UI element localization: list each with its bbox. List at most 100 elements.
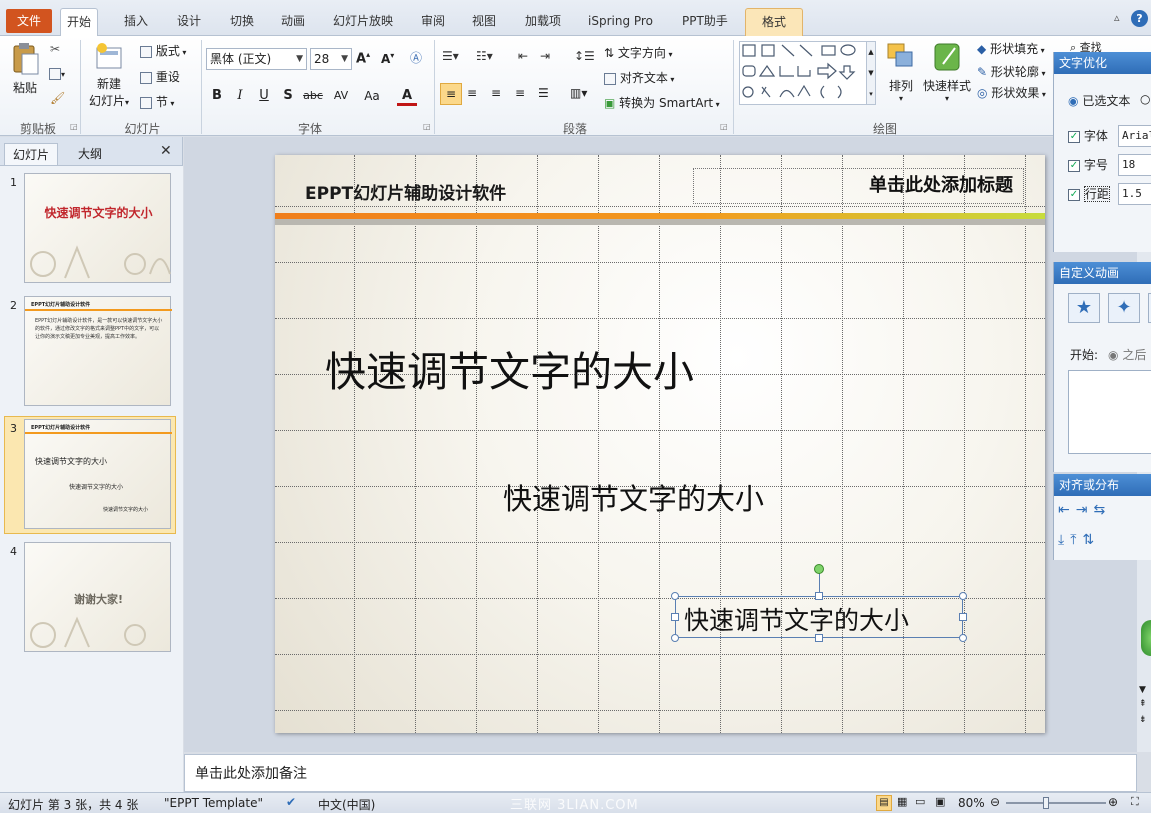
columns-icon[interactable]: ▥▾	[570, 86, 587, 100]
slide-thumbnail-2[interactable]: EPPT幻灯片辅助设计软件 EPPT幻灯片辅助设计软件，是一款可以快速调节文字大…	[24, 296, 172, 406]
shape-outline-button[interactable]: ✎ 形状轮廓 ▾	[977, 63, 1045, 80]
gallery-scroll[interactable]: ▲ ▼ ▾	[866, 41, 876, 105]
notes-placeholder[interactable]: 单击此处添加备注	[195, 763, 307, 783]
shrink-font-icon[interactable]: A▾	[381, 51, 394, 66]
bullets-icon[interactable]: ☰▾	[442, 49, 459, 63]
grow-font-icon[interactable]: A▴	[356, 50, 370, 66]
strikethrough-button[interactable]: abc	[300, 86, 326, 106]
rotate-handle[interactable]	[814, 564, 824, 574]
font-color-button[interactable]: A	[397, 86, 417, 106]
font-option[interactable]: ✓ 字体	[1068, 127, 1108, 144]
distribute-icon[interactable]: ☰	[538, 86, 549, 100]
selected-textbox[interactable]: 快速调节文字的大小	[675, 596, 963, 638]
shape-effects-button[interactable]: ◎ 形状效果 ▾	[977, 84, 1046, 101]
slide-canvas[interactable]: EPPT幻灯片辅助设计软件 单击此处添加标题 快速调节文字的大小 快速调节文字的…	[275, 155, 1045, 733]
align-vertical-icons[interactable]: ⤓⤒⇅	[1058, 532, 1100, 548]
bold-button[interactable]: B	[207, 86, 227, 106]
italic-button[interactable]: I	[230, 86, 250, 106]
notes-pane[interactable]: 单击此处添加备注	[184, 754, 1137, 792]
template-name[interactable]: "EPPT Template"	[164, 796, 263, 810]
align-text-button[interactable]: 对齐文本 ▾	[604, 69, 674, 86]
checkbox-icon[interactable]: ✓	[1068, 130, 1080, 143]
new-slide-button[interactable]: 新建 幻灯片▾	[88, 42, 130, 109]
tab-animations[interactable]: 动画	[275, 8, 311, 34]
cut-icon[interactable]: ✂	[50, 42, 60, 56]
add-effect-star-icon[interactable]: ★	[1068, 293, 1100, 323]
zoom-slider[interactable]	[1006, 802, 1106, 804]
layout-button[interactable]: 版式 ▾	[140, 42, 186, 59]
tab-view[interactable]: 视图	[466, 8, 502, 34]
after-previous-radio[interactable]: ◉ 之后	[1108, 346, 1146, 363]
font-size-combo[interactable]: 28 ▼	[310, 48, 352, 70]
quick-styles-button[interactable]: 快速样式 ▾	[922, 42, 972, 103]
resize-handle[interactable]	[959, 613, 967, 621]
section-button[interactable]: 节 ▾	[140, 93, 174, 110]
paste-button[interactable]: 粘贴	[8, 42, 42, 96]
resize-handle[interactable]	[815, 592, 823, 600]
slideshow-view-icon[interactable]: ▣	[935, 795, 945, 808]
size-option[interactable]: ✓ 字号	[1068, 156, 1108, 173]
resize-handle[interactable]	[959, 592, 967, 600]
char-spacing-button[interactable]: AV	[328, 86, 354, 106]
text-medium[interactable]: 快速调节文字的大小	[503, 476, 764, 518]
selected-text-radio[interactable]: ◉ 已选文本	[1068, 92, 1130, 109]
font-name-combo[interactable]: 黑体 (正文) ▼	[206, 48, 307, 70]
copy-icon[interactable]: ▾	[49, 66, 65, 80]
tab-review[interactable]: 审阅	[415, 8, 451, 34]
close-pane-icon[interactable]: ✕	[160, 143, 172, 159]
tab-format[interactable]: 格式	[745, 8, 803, 37]
size-value-field[interactable]: 18	[1118, 154, 1151, 176]
resize-handle[interactable]	[671, 592, 679, 600]
format-painter-icon[interactable]: 🖌	[50, 91, 65, 105]
align-right-icon[interactable]: ≡	[491, 86, 501, 100]
animation-list[interactable]	[1068, 370, 1151, 454]
title-placeholder[interactable]: 单击此处添加标题	[693, 168, 1024, 204]
text-small[interactable]: 快速调节文字的大小	[684, 601, 909, 637]
emphasis-star-icon[interactable]: ✦	[1108, 293, 1140, 323]
tab-slides-pane[interactable]: 幻灯片	[4, 143, 58, 165]
change-case-button[interactable]: Aa	[359, 86, 385, 106]
tab-ispring[interactable]: iSpring Pro	[582, 8, 659, 34]
reading-view-icon[interactable]: ▭	[915, 795, 925, 808]
normal-view-icon[interactable]: ▤	[876, 795, 892, 811]
clipboard-launcher-icon[interactable]: ◲	[70, 122, 78, 131]
minimize-ribbon-icon[interactable]: ▵	[1114, 11, 1120, 24]
slide-thumbnail-3[interactable]: EPPT幻灯片辅助设计软件 快速调节文字的大小 快速调节文字的大小 快速调节文字…	[24, 419, 172, 529]
tab-insert[interactable]: 插入	[118, 8, 154, 34]
prev-slide-icon[interactable]: ⇞	[1139, 699, 1147, 709]
text-direction-button[interactable]: ⇅ 文字方向 ▾	[604, 44, 672, 61]
resize-handle[interactable]	[815, 634, 823, 642]
spacing-value-field[interactable]: 1.5	[1118, 183, 1151, 205]
line-spacing-icon[interactable]: ↕☰	[574, 49, 595, 63]
radio-2[interactable]: ○	[1140, 92, 1150, 106]
align-center-icon[interactable]: ≡	[467, 86, 477, 100]
reset-button[interactable]: 重设	[140, 68, 180, 85]
font-launcher-icon[interactable]: ◲	[423, 122, 431, 131]
clear-format-icon[interactable]: Ⓐ	[410, 49, 422, 66]
tab-design[interactable]: 设计	[171, 8, 207, 34]
float-button-icon[interactable]	[1141, 620, 1151, 656]
zoom-in-icon[interactable]: ⊕	[1108, 795, 1118, 809]
tab-ppt-helper[interactable]: PPT助手	[676, 8, 734, 34]
slide-thumbnail-1[interactable]: 快速调节文字的大小	[24, 173, 171, 283]
checkbox-icon[interactable]: ✓	[1068, 159, 1080, 172]
shadow-button[interactable]: S	[278, 86, 298, 106]
tab-slideshow[interactable]: 幻灯片放映	[327, 8, 399, 34]
tab-transitions[interactable]: 切换	[224, 8, 260, 34]
spacing-option[interactable]: ✓ 行距	[1068, 185, 1110, 202]
underline-button[interactable]: U	[254, 86, 274, 106]
shape-fill-button[interactable]: ◆ 形状填充 ▾	[977, 40, 1045, 57]
scroll-down-icon[interactable]: ▼	[1139, 685, 1146, 695]
arrange-button[interactable]: 排列 ▾	[884, 42, 918, 103]
resize-handle[interactable]	[671, 634, 679, 642]
align-horizontal-icons[interactable]: ⇤⇥⇆	[1058, 502, 1111, 518]
zoom-slider-thumb[interactable]	[1043, 797, 1049, 809]
spellcheck-icon[interactable]: ✔	[286, 795, 296, 809]
help-icon[interactable]: ?	[1131, 10, 1148, 27]
language-indicator[interactable]: 中文(中国)	[318, 796, 375, 813]
fit-to-window-icon[interactable]: ⛶	[1131, 795, 1139, 809]
resize-handle[interactable]	[959, 634, 967, 642]
text-large[interactable]: 快速调节文字的大小	[325, 338, 694, 398]
next-slide-icon[interactable]: ⇟	[1139, 715, 1147, 725]
tab-addins[interactable]: 加载项	[519, 8, 567, 34]
